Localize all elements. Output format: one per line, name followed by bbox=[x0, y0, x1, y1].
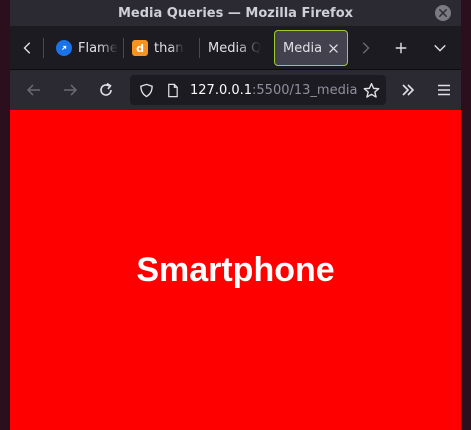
app-menu-button[interactable] bbox=[430, 78, 458, 102]
tab-media-queries[interactable]: Media Q bbox=[200, 30, 270, 66]
arrow-right-icon bbox=[64, 84, 78, 96]
double-chevron-right-icon bbox=[402, 84, 415, 96]
shield-icon[interactable] bbox=[136, 80, 156, 100]
flame-favicon-icon bbox=[56, 40, 72, 56]
desktop-background-right bbox=[461, 0, 471, 430]
hamburger-menu-icon bbox=[438, 84, 450, 96]
chevron-left-icon bbox=[23, 42, 31, 54]
tab-label: Media bbox=[283, 40, 323, 56]
tab-close-button[interactable] bbox=[326, 41, 340, 55]
close-icon bbox=[328, 43, 338, 53]
reload-button[interactable] bbox=[92, 78, 120, 102]
tab-than[interactable]: d than bbox=[124, 30, 196, 66]
arrow-left-icon bbox=[26, 84, 40, 96]
title-bar: Media Queries — Mozilla Firefox bbox=[10, 0, 461, 26]
desktop-background-left bbox=[0, 0, 10, 430]
window-close-button[interactable] bbox=[435, 5, 451, 21]
scroll-tabs-left-button[interactable] bbox=[15, 34, 41, 62]
navigation-toolbar: 127.0.0.1:5500/13_media bbox=[10, 70, 461, 110]
url-text[interactable]: 127.0.0.1:5500/13_media bbox=[190, 83, 360, 98]
tab-flame[interactable]: Flame bbox=[48, 30, 120, 66]
page-icon[interactable] bbox=[162, 80, 182, 100]
chevron-right-icon bbox=[362, 42, 370, 54]
d-favicon-icon: d bbox=[132, 40, 148, 56]
back-button[interactable] bbox=[20, 78, 48, 102]
tab-media-active[interactable]: Media bbox=[274, 30, 348, 66]
tab-label: Media Q bbox=[208, 40, 262, 56]
tab-label: Flame bbox=[78, 40, 118, 56]
browser-window: Media Queries — Mozilla Firefox Flame d … bbox=[10, 0, 461, 430]
scroll-tabs-right-button[interactable] bbox=[352, 34, 378, 62]
reload-icon bbox=[100, 82, 112, 96]
new-tab-button[interactable] bbox=[388, 34, 414, 62]
bookmark-star-button[interactable] bbox=[360, 79, 382, 101]
url-bar[interactable]: 127.0.0.1:5500/13_media bbox=[130, 75, 386, 105]
plus-icon bbox=[395, 42, 407, 54]
page-content: Smartphone bbox=[10, 110, 461, 430]
overflow-chevron-button[interactable] bbox=[394, 78, 422, 102]
page-heading: Smartphone bbox=[136, 251, 335, 289]
forward-button[interactable] bbox=[56, 78, 84, 102]
url-host: 127.0.0.1 bbox=[190, 82, 253, 98]
star-icon bbox=[363, 82, 379, 98]
url-path: :5500/13_media bbox=[252, 82, 358, 98]
tab-strip: Flame d than Media Q Media bbox=[10, 26, 461, 70]
list-all-tabs-button[interactable] bbox=[427, 34, 453, 62]
tab-label: than bbox=[154, 40, 184, 56]
close-icon bbox=[439, 9, 447, 17]
window-title: Media Queries — Mozilla Firefox bbox=[117, 6, 354, 21]
tab-separator bbox=[43, 38, 44, 58]
chevron-down-icon bbox=[434, 44, 446, 52]
